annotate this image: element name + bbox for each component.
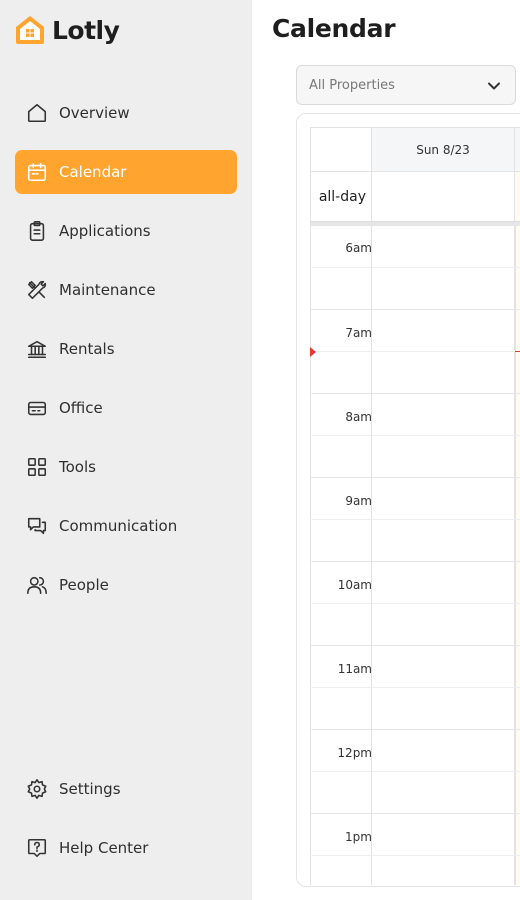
calendar-day-view: Sun 8/23 all-day 6am 7am 8am 9am 10am 11… [310, 127, 520, 885]
slot-line [310, 393, 520, 394]
hour-label: 8am [345, 410, 372, 424]
now-indicator-line [515, 351, 520, 352]
time-grid: 6am 7am 8am 9am 10am 11am 12pm 1pm [310, 225, 520, 885]
page-title: Calendar [272, 14, 396, 43]
slot-line [310, 729, 520, 730]
card-icon [25, 396, 49, 420]
sidebar-item-label: Help Center [59, 839, 149, 857]
slot-line [310, 267, 520, 268]
sidebar-item-label: Office [59, 399, 103, 417]
main-content: Calendar All Properties Sun 8/23 all-day [252, 0, 520, 900]
sidebar-item-calendar[interactable]: Calendar [15, 150, 237, 194]
all-day-cell[interactable] [372, 171, 515, 221]
slot-line [310, 225, 520, 226]
hour-label: 9am [345, 494, 372, 508]
sidebar-item-label: Settings [59, 780, 121, 798]
slot-line [310, 351, 520, 352]
bank-icon [25, 337, 49, 361]
brand-logo[interactable]: Lotly [14, 14, 120, 46]
sidebar-item-label: Overview [59, 104, 130, 122]
sidebar-item-label: Communication [59, 517, 178, 535]
slot-line [310, 435, 520, 436]
sidebar-item-label: Tools [59, 458, 96, 476]
hour-label: 11am [337, 662, 372, 676]
sidebar-item-maintenance[interactable]: Maintenance [15, 268, 237, 312]
tools-icon [25, 278, 49, 302]
help-icon [25, 836, 49, 860]
hour-label: 12pm [337, 746, 372, 760]
home-icon [25, 101, 49, 125]
sidebar-item-applications[interactable]: Applications [15, 209, 237, 253]
sidebar-item-label: People [59, 576, 109, 594]
calendar-icon [25, 160, 49, 184]
all-day-label: all-day [310, 171, 372, 221]
today-column[interactable] [515, 225, 520, 885]
all-day-cell-next[interactable] [515, 171, 520, 221]
slot-line [310, 687, 520, 688]
day-column[interactable] [372, 225, 515, 885]
sidebar-item-rentals[interactable]: Rentals [15, 327, 237, 371]
time-gutter [310, 225, 372, 885]
calendar-card: Sun 8/23 all-day 6am 7am 8am 9am 10am 11… [296, 113, 520, 887]
sidebar-item-help-center[interactable]: Help Center [15, 826, 237, 870]
users-icon [25, 573, 49, 597]
chevron-down-icon [487, 78, 501, 92]
sidebar: Lotly Overview Calendar Applications Mai… [0, 0, 252, 900]
sidebar-item-people[interactable]: People [15, 563, 237, 607]
slot-line [310, 561, 520, 562]
slot-line [310, 645, 520, 646]
grid-icon [25, 455, 49, 479]
sidebar-item-overview[interactable]: Overview [15, 91, 237, 135]
day-column-header[interactable]: Sun 8/23 [372, 127, 515, 171]
sidebar-item-label: Calendar [59, 163, 127, 181]
header-gutter [310, 127, 372, 171]
sidebar-item-communication[interactable]: Communication [15, 504, 237, 548]
gear-icon [25, 777, 49, 801]
sidebar-item-office[interactable]: Office [15, 386, 237, 430]
slot-line [310, 813, 520, 814]
slot-line [310, 477, 520, 478]
slot-line [310, 603, 520, 604]
house-logo-icon [16, 16, 44, 44]
now-indicator-arrow [310, 347, 316, 357]
next-day-column-header[interactable] [515, 127, 520, 171]
property-filter-value: All Properties [309, 77, 395, 93]
sidebar-item-label: Maintenance [59, 281, 156, 299]
hour-label: 10am [337, 578, 372, 592]
hour-label: 7am [345, 326, 372, 340]
hour-label: 1pm [345, 830, 372, 844]
sidebar-item-settings[interactable]: Settings [15, 767, 237, 811]
sidebar-item-tools[interactable]: Tools [15, 445, 237, 489]
brand-name: Lotly [52, 15, 120, 45]
slot-line [310, 309, 520, 310]
hour-label: 6am [345, 241, 372, 255]
slot-line [310, 855, 520, 856]
slot-line [310, 519, 520, 520]
slot-line [310, 771, 520, 772]
property-filter-select[interactable]: All Properties [296, 65, 516, 105]
chat-icon [25, 514, 49, 538]
clipboard-icon [25, 219, 49, 243]
sidebar-item-label: Rentals [59, 340, 115, 358]
sidebar-item-label: Applications [59, 222, 151, 240]
